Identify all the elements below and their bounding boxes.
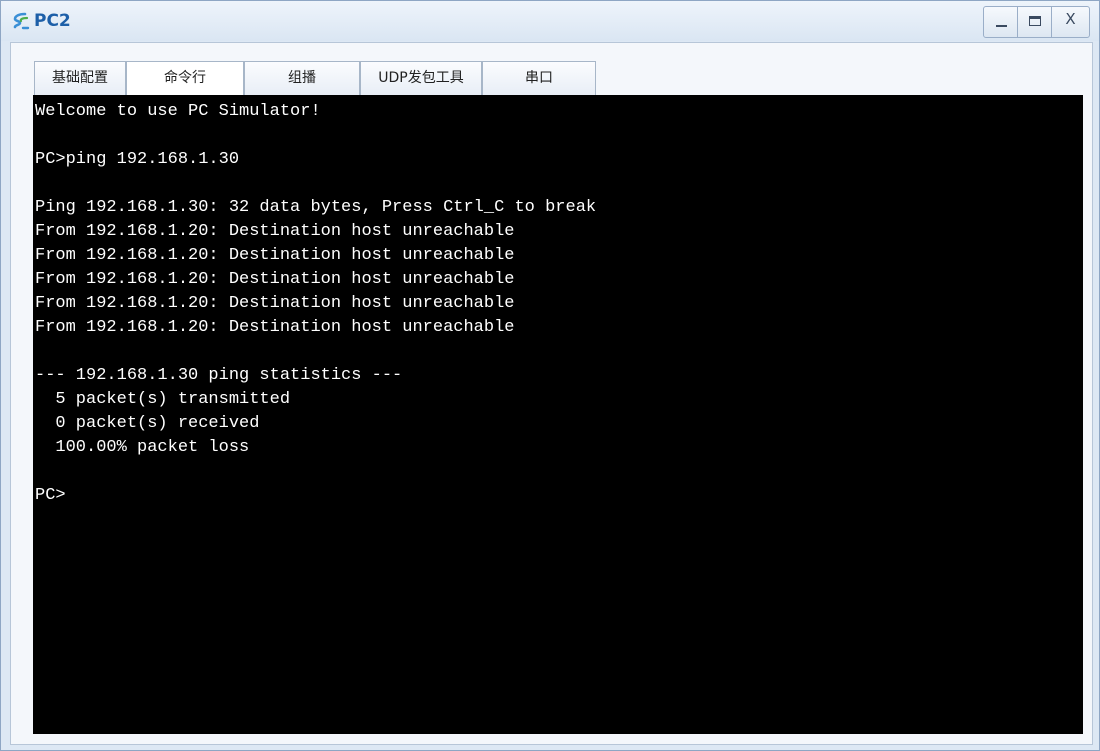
minimize-icon — [996, 25, 1007, 27]
tab-udp-tool[interactable]: UDP发包工具 — [360, 61, 482, 95]
terminal-line: Welcome to use PC Simulator! — [35, 102, 321, 121]
terminal-line: From 192.168.1.20: Destination host unre… — [35, 294, 515, 313]
terminal-line: PC>ping 192.168.1.30 — [35, 150, 240, 169]
maximize-icon — [1029, 16, 1041, 26]
minimize-button[interactable] — [984, 7, 1018, 37]
window-controls: X — [983, 6, 1090, 38]
maximize-button[interactable] — [1018, 7, 1052, 37]
terminal-line: 5 packet(s) transmitted — [35, 390, 291, 409]
terminal-line: 0 packet(s) received — [35, 414, 260, 433]
title-bar[interactable]: PC2 X — [1, 1, 1099, 41]
terminal-line: From 192.168.1.20: Destination host unre… — [35, 246, 515, 265]
tab-basic-config[interactable]: 基础配置 — [34, 61, 126, 95]
terminal-line: From 192.168.1.20: Destination host unre… — [35, 270, 515, 289]
app-window: PC2 X 基础配置 命令行 组播 UDP发包工具 串口 Welcome to … — [0, 0, 1100, 751]
terminal-line: From 192.168.1.20: Destination host unre… — [35, 222, 515, 241]
tab-multicast[interactable]: 组播 — [244, 61, 360, 95]
terminal-line: 100.00% packet loss — [35, 438, 250, 457]
terminal-line: --- 192.168.1.30 ping statistics --- — [35, 366, 403, 385]
tab-command-line[interactable]: 命令行 — [126, 61, 244, 95]
terminal-console[interactable]: Welcome to use PC Simulator! PC>ping 192… — [33, 95, 1083, 734]
close-button[interactable]: X — [1052, 7, 1089, 37]
app-pc-icon — [13, 12, 30, 30]
close-icon: X — [1065, 10, 1076, 28]
tab-serial[interactable]: 串口 — [482, 61, 596, 95]
terminal-prompt: PC> — [35, 486, 66, 505]
window-title: PC2 — [34, 11, 71, 31]
terminal-line: Ping 192.168.1.30: 32 data bytes, Press … — [35, 198, 597, 217]
terminal-line: From 192.168.1.20: Destination host unre… — [35, 318, 515, 337]
client-area: 基础配置 命令行 组播 UDP发包工具 串口 Welcome to use PC… — [10, 42, 1093, 745]
